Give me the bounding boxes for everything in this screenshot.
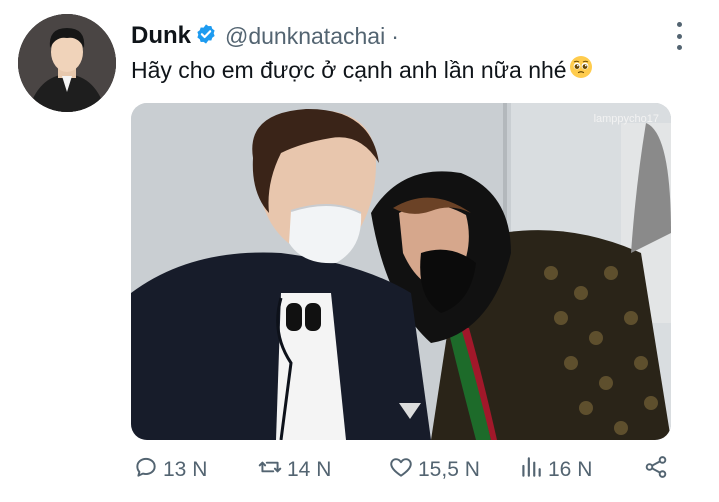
author-avatar[interactable] <box>18 14 116 112</box>
like-count: 15,5 N <box>418 458 480 481</box>
retweet-count: 14 N <box>287 458 332 481</box>
more-options-icon[interactable] <box>669 22 689 50</box>
share-icon <box>643 454 673 486</box>
bar-chart-icon <box>518 454 548 486</box>
reply-count: 13 N <box>163 458 208 481</box>
author-handle[interactable]: @dunknatachai <box>225 23 385 50</box>
reply-button[interactable]: 13 N <box>133 454 207 486</box>
reply-icon <box>133 454 163 486</box>
share-button[interactable] <box>643 454 673 486</box>
media-watermark: lamppycho17 <box>593 113 659 125</box>
pleading-face-emoji-icon <box>567 55 593 85</box>
author-name[interactable]: Dunk <box>131 22 191 50</box>
tweet-text-content: Hãy cho em được ở cạnh anh lần nữa nhé <box>131 56 567 83</box>
verified-badge-icon <box>191 23 225 50</box>
tweet-media-photo[interactable]: lamppycho17 <box>131 103 671 440</box>
views-button[interactable]: 16 N <box>518 454 592 486</box>
tweet-header: Dunk @dunknatachai · <box>131 20 679 52</box>
tweet-actions-bar: 13 N 14 N 15,5 N 16 N <box>131 454 676 486</box>
views-count: 16 N <box>548 458 593 481</box>
retweet-icon <box>257 454 287 486</box>
tweet-text: Hãy cho em được ở cạnh anh lần nữa nhé <box>131 55 593 85</box>
header-separator: · <box>391 22 399 49</box>
heart-icon <box>388 454 418 486</box>
like-button[interactable]: 15,5 N <box>388 454 480 486</box>
retweet-button[interactable]: 14 N <box>257 454 331 486</box>
